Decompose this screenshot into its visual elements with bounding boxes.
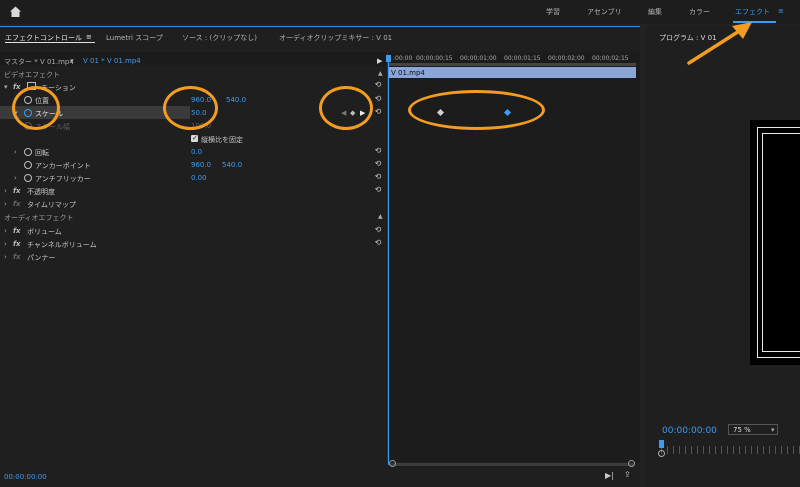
timeline-clip[interactable] [388,67,636,78]
timeline-ruler [388,63,636,66]
anchor-y-value[interactable]: 540.0 [222,161,242,169]
workspace-tab-effects[interactable]: エフェクト [735,7,770,17]
play-only-audio-icon[interactable]: ▶| [605,471,614,480]
scroll-handle-left[interactable] [658,450,665,457]
annotation-circle-keyframe-nav [319,86,373,130]
stopwatch-icon[interactable] [24,148,32,156]
scroll-handle-left[interactable] [389,460,396,467]
opacity-label: 不透明度 [27,188,55,196]
rotation-label: 回転 [35,149,49,157]
reset-icon[interactable]: ⟲ [374,108,382,116]
program-timecode[interactable]: 00:00:00:00 [662,426,717,436]
reset-icon[interactable]: ⟲ [374,81,382,89]
tab-menu-icon[interactable]: ≡ [86,33,92,41]
tab-lumetri-scopes[interactable]: Lumetri スコープ [106,33,163,43]
workspace-tab-color[interactable]: カラー [689,7,710,17]
chevron-expand-icon[interactable]: ▾ [4,83,8,91]
checkmark-icon: ✓ [192,134,198,142]
annotation-arrow [687,22,752,65]
reset-icon[interactable]: ⟲ [374,95,382,103]
antiflicker-label: アンチフリッカー [35,175,91,183]
playhead-handle[interactable] [386,55,391,62]
workspace-tab-learn[interactable]: 学習 [546,7,560,17]
reset-icon[interactable]: ⟲ [374,160,382,168]
panel-focus-border [0,26,640,27]
timeline-tick: 00;00;01;15 [504,55,541,62]
timeline-scrollbar[interactable] [390,463,634,466]
tab-audio-clip-mixer[interactable]: オーディオクリップミキサー : V 01 [279,33,392,43]
fx-icon: fx [13,200,21,208]
play-icon[interactable]: ▶ [377,57,382,65]
chevron-right-icon[interactable]: › [14,174,17,182]
program-time-ruler[interactable] [661,446,800,454]
collapse-up-icon[interactable]: ▲ [378,213,383,220]
home-icon[interactable] [9,5,22,18]
zoom-value: 75 % [733,426,751,434]
tab-underline [5,42,95,43]
annotation-circle-stopwatch [12,86,60,130]
anchor-label: アンカーポイント [35,162,91,170]
workspace-menu-icon[interactable]: ≡ [778,7,784,15]
timeline-tick: 00;00;01;00 [460,55,497,62]
reset-icon[interactable]: ⟲ [374,186,382,194]
scroll-handle-right[interactable] [628,460,635,467]
chevron-right-icon[interactable]: › [4,187,7,195]
chevron-right-icon[interactable]: › [4,200,7,208]
timeline-tick: 00;00;02;00 [548,55,585,62]
section-video-effects: ビデオエフェクト [4,71,60,79]
chevron-right-icon[interactable]: › [4,253,7,261]
stopwatch-icon[interactable] [24,161,32,169]
chevron-right-icon[interactable]: › [4,227,7,235]
timeline-clip-name: V 01.mp4 [391,69,425,77]
fx-icon: fx [13,253,21,261]
channel-volume-label: チャンネルボリューム [27,241,97,249]
reset-icon[interactable]: ⟲ [374,226,382,234]
antiflicker-value[interactable]: 0.00 [191,174,207,182]
rotation-value[interactable]: 0.0 [191,148,202,156]
reset-icon[interactable]: ⟲ [374,147,382,155]
workspace-tab-assembly[interactable]: アセンブリ [587,7,622,17]
fx-icon[interactable]: fx [13,227,21,235]
playhead[interactable] [388,55,389,465]
safe-title-guide [762,133,800,352]
stopwatch-icon[interactable] [24,174,32,182]
uniform-scale-label: 縦横比を固定 [201,136,243,144]
collapse-up-icon[interactable]: ▲ [378,70,383,77]
volume-label: ボリューム [27,228,62,236]
export-icon[interactable]: ⇪ [624,470,631,479]
panner-label: パンナー [27,254,56,262]
fx-icon[interactable]: fx [13,83,21,91]
effect-controls-timecode[interactable]: 00:00:00:00 [4,473,47,481]
timeline-tick: 00;00;02;15 [592,55,629,62]
workspace-tab-editing[interactable]: 編集 [648,7,662,17]
section-audio-effects: オーディオエフェクト [4,214,74,222]
timeline-tick: :00:00 [393,55,413,62]
chevron-right-icon[interactable]: › [4,240,7,248]
time-remap-label: タイムリマップ [27,201,76,209]
chevron-down-icon[interactable]: ▾ [771,426,775,434]
clip-label[interactable]: V 01 * V 01.mp4 [83,57,141,65]
chevron-down-icon[interactable]: ▾ [70,57,74,65]
fx-icon[interactable]: fx [13,240,21,248]
reset-icon[interactable]: ⟲ [374,239,382,247]
master-label[interactable]: マスター * V 01.mp4 [4,57,74,67]
anchor-x-value[interactable]: 960.0 [191,161,211,169]
timeline-tick: 00;00;00;15 [416,55,453,62]
reset-icon[interactable]: ⟲ [374,173,382,181]
tab-source[interactable]: ソース : (クリップなし) [182,33,257,43]
annotation-circle-keyframes [408,90,545,130]
chevron-right-icon[interactable]: › [14,148,17,156]
program-playhead[interactable] [659,440,664,448]
annotation-circle-value [163,86,218,130]
fx-icon[interactable]: fx [13,187,21,195]
position-y-value[interactable]: 540.0 [226,96,246,104]
